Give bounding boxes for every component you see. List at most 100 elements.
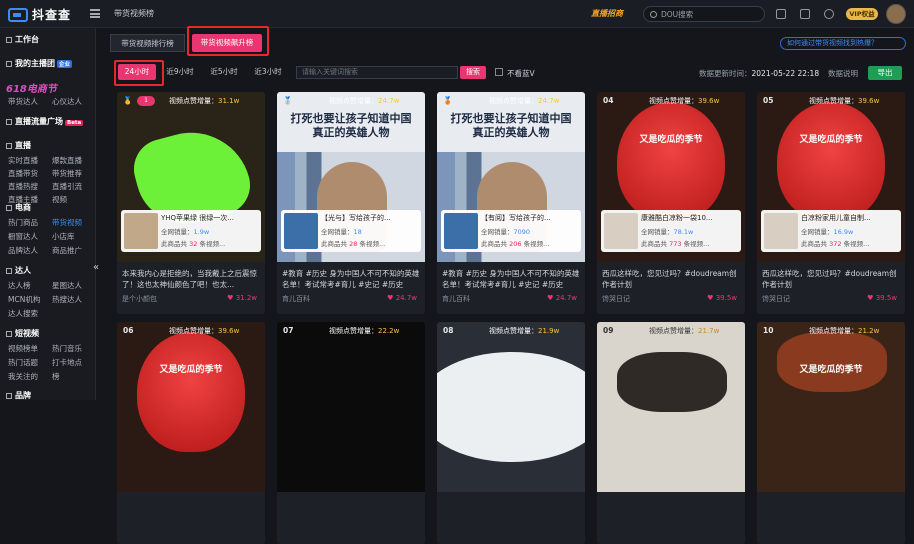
- product-card[interactable]: YHQ苹果绿 很绿一次... 全网销量：1.9w 此商品共 32 条视频...: [121, 210, 261, 252]
- sidebar-item-ecom-0-1[interactable]: 带货视频: [52, 217, 82, 228]
- video-thumbnail[interactable]: 打死也要让孩子知道中国真正的英雄人物 🥉 视频点赞增量：24.7w 【有阅】写给…: [437, 92, 585, 262]
- collapse-sidebar-icon[interactable]: «: [93, 262, 103, 276]
- breadcrumb: 带货视频榜: [114, 9, 154, 18]
- sidebar-item-ecom-1-1[interactable]: 小店库: [52, 231, 75, 242]
- logo[interactable]: 抖查查: [8, 6, 71, 23]
- video-thumbnail[interactable]: 又是吃瓜的季节 06 视频点赞增量：39.6w: [117, 322, 265, 492]
- video-thumbnail[interactable]: 又是吃瓜的季节 10 视频点赞增量：21.2w: [757, 322, 905, 492]
- growth: 视频点赞增量：39.6w: [649, 96, 719, 106]
- author-name[interactable]: 育儿百科: [442, 294, 470, 304]
- calendar-icon[interactable]: [800, 9, 810, 19]
- export-button[interactable]: 导出: [868, 66, 902, 80]
- video-thumbnail[interactable]: 🥇 1 视频点赞增量：31.1w YHQ苹果绿 很绿一次... 全网销量：1.9…: [117, 92, 265, 262]
- video-card[interactable]: 又是吃瓜的季节 05 视频点赞增量：39.6w 白凉粉家用儿童自制... 全网销…: [757, 92, 905, 314]
- sidebar-item-talent-0-1[interactable]: 星图达人: [52, 280, 82, 291]
- sidebar-item-talent-1-0[interactable]: MCN机构: [8, 294, 40, 305]
- video-thumbnail[interactable]: 09 视频点赞增量：21.7w: [597, 322, 745, 492]
- rank-medal-icon: 🥈: [283, 96, 293, 105]
- video-card[interactable]: 07 视频点赞增量：22.2w: [277, 322, 425, 544]
- video-thumbnail[interactable]: 07 视频点赞增量：22.2w: [277, 322, 425, 492]
- sidebar-item-live-traffic[interactable]: 直播流量广场 Beta: [6, 116, 84, 127]
- section-live: 直播: [6, 140, 31, 151]
- logo-icon: [8, 7, 28, 22]
- product-sales: 全网销量：16.9w: [801, 226, 853, 236]
- growth-value: 39.6w: [218, 327, 240, 335]
- search-button[interactable]: 搜索: [460, 66, 486, 79]
- sales-label: 全网销量：: [321, 228, 354, 236]
- author-name[interactable]: 馋哭日记: [762, 294, 790, 304]
- menu-fold-icon[interactable]: [90, 9, 100, 18]
- sidebar-item-sv-2-0[interactable]: 我关注的: [8, 371, 38, 382]
- sidebar-item-workbench[interactable]: 工作台: [6, 34, 39, 45]
- live-section-label: 直播: [15, 141, 31, 150]
- range-9h[interactable]: 近9小时: [160, 64, 200, 80]
- sidebar-item-sv-1-0[interactable]: 热门话题: [8, 357, 38, 368]
- howto-link[interactable]: 如何通过带货视频找到热爆？: [780, 37, 906, 50]
- video-card[interactable]: 打死也要让孩子知道中国真正的英雄人物 🥈 视频点赞增量：24.7w 【光与】写给…: [277, 92, 425, 314]
- sidebar-item-live-1-0[interactable]: 直播带货: [8, 168, 38, 179]
- product-card[interactable]: 【光与】写给孩子的... 全网销量：18 此商品共 28 条视频...: [281, 210, 421, 252]
- video-thumbnail[interactable]: 打死也要让孩子知道中国真正的英雄人物 🥈 视频点赞增量：24.7w 【光与】写给…: [277, 92, 425, 262]
- sidebar-item-live-3-1[interactable]: 视频: [52, 194, 67, 205]
- highlight-box: [187, 26, 269, 56]
- sidebar-item-live-2-0[interactable]: 直播热搜: [8, 181, 38, 192]
- sidebar-item-sv-1-1[interactable]: 打卡地点: [52, 357, 82, 368]
- author-name[interactable]: 育儿百科: [282, 294, 310, 304]
- range-5h[interactable]: 近5小时: [204, 64, 244, 80]
- section-brand: 品牌: [6, 390, 31, 401]
- likes-value: 39.5w: [715, 294, 737, 302]
- video-card[interactable]: 打死也要让孩子知道中国真正的英雄人物 🥉 视频点赞增量：24.7w 【有阅】写给…: [437, 92, 585, 314]
- sidebar-item-festival-1[interactable]: 心仪达人: [52, 96, 82, 107]
- sidebar-item-festival-0[interactable]: 带货达人: [8, 96, 38, 107]
- headset-icon[interactable]: [824, 9, 834, 19]
- growth-label: 视频点赞增量：: [169, 327, 218, 335]
- avatar[interactable]: [886, 4, 906, 24]
- sidebar-item-sv-0-0[interactable]: 视频榜单: [8, 343, 38, 354]
- sidebar-item-live-2-1[interactable]: 直播引流: [52, 181, 82, 192]
- related-suffix: 条视频...: [523, 240, 550, 248]
- sidebar-item-talent-0-0[interactable]: 达人榜: [8, 280, 31, 291]
- sidebar-item-ecom-0-0[interactable]: 热门商品: [8, 217, 38, 228]
- video-thumbnail[interactable]: 又是吃瓜的季节 05 视频点赞增量：39.6w 白凉粉家用儿童自制... 全网销…: [757, 92, 905, 262]
- sidebar-item-talent-2-0[interactable]: 达人搜索: [8, 308, 38, 319]
- talent-icon: [6, 267, 12, 274]
- author-name[interactable]: 馋哭日记: [602, 294, 630, 304]
- sidebar-item-sv-2-1[interactable]: 榜: [52, 371, 60, 382]
- dou-search-input[interactable]: DOU搜索: [643, 6, 765, 22]
- growth: 视频点赞增量：21.2w: [809, 326, 879, 336]
- printer-icon[interactable]: [776, 9, 786, 19]
- video-card[interactable]: 又是吃瓜的季节 06 视频点赞增量：39.6w: [117, 322, 265, 544]
- vip-badge[interactable]: VIP权益: [846, 8, 878, 20]
- sidebar-item-ecom-1-0[interactable]: 橱窗达人: [8, 231, 38, 242]
- video-thumbnail[interactable]: 又是吃瓜的季节 04 视频点赞增量：39.6w 康雅酷白凉粉一袋10... 全网…: [597, 92, 745, 262]
- live-promo-link[interactable]: 直播招商: [591, 8, 623, 19]
- thumbnail-title: 打死也要让孩子知道中国真正的英雄人物: [450, 112, 572, 139]
- video-card[interactable]: 08 视频点赞增量：21.9w: [437, 322, 585, 544]
- sidebar-item-live-0-0[interactable]: 实时直播: [8, 155, 38, 166]
- sidebar-item-ecom-2-0[interactable]: 品牌达人: [8, 245, 38, 256]
- video-card[interactable]: 🥇 1 视频点赞增量：31.1w YHQ苹果绿 很绿一次... 全网销量：1.9…: [117, 92, 265, 314]
- product-card[interactable]: 康雅酷白凉粉一袋10... 全网销量：78.1w 此商品共 773 条视频...: [601, 210, 741, 252]
- video-card[interactable]: 09 视频点赞增量：21.7w: [597, 322, 745, 544]
- data-desc-link[interactable]: 数据说明: [828, 68, 858, 79]
- product-card[interactable]: 【有阅】写给孩子的... 全网销量：7090 此商品共 206 条视频...: [441, 210, 581, 252]
- sidebar-item-talent-1-1[interactable]: 热搜达人: [52, 294, 82, 305]
- sales-value: 7090: [513, 228, 531, 236]
- tab-ranking[interactable]: 带货视频排行榜: [110, 34, 185, 52]
- sidebar-item-ecom-2-1[interactable]: 商品推广: [52, 245, 82, 256]
- video-card[interactable]: 又是吃瓜的季节 10 视频点赞增量：21.2w: [757, 322, 905, 544]
- keyword-input[interactable]: 请输入关键词搜索: [296, 66, 458, 79]
- sidebar-item-sv-0-1[interactable]: 热门音乐: [52, 343, 82, 354]
- video-thumbnail[interactable]: 08 视频点赞增量：21.9w: [437, 322, 585, 492]
- no-blue-v-checkbox[interactable]: [495, 68, 503, 76]
- sidebar-item-my-anchors[interactable]: 我的主播团 企业: [6, 58, 73, 69]
- video-card[interactable]: 又是吃瓜的季节 04 视频点赞增量：39.6w 康雅酷白凉粉一袋10... 全网…: [597, 92, 745, 314]
- sidebar-item-live-1-1[interactable]: 带货推荐: [52, 168, 82, 179]
- author-name[interactable]: 是个小颜包: [122, 294, 157, 304]
- festival-banner[interactable]: 618电商节: [6, 80, 57, 95]
- likes: ♥ 39.5w: [707, 294, 737, 302]
- product-card[interactable]: 白凉粉家用儿童自制... 全网销量：16.9w 此商品共 372 条视频...: [761, 210, 901, 252]
- growth-value: 39.6w: [858, 97, 880, 105]
- sidebar-item-live-0-1[interactable]: 爆款直播: [52, 155, 82, 166]
- range-3h[interactable]: 近3小时: [248, 64, 288, 80]
